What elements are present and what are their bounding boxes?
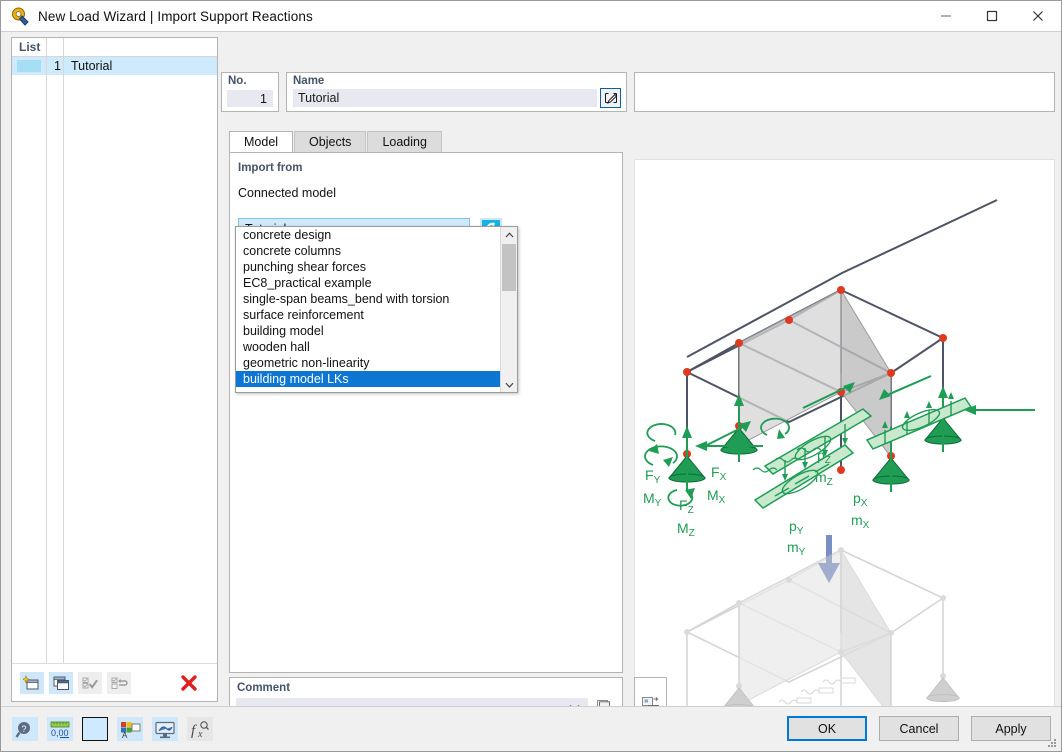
list-column-divider-2 <box>63 38 64 56</box>
tab-objects[interactable]: Objects <box>294 131 367 152</box>
ok-button[interactable]: OK <box>787 716 867 741</box>
dropdown-item[interactable]: concrete columns <box>236 243 501 259</box>
formula-button[interactable]: f x <box>187 717 213 741</box>
invert-selection-button <box>107 671 131 694</box>
chevron-up-icon[interactable] <box>501 227 517 242</box>
window-controls <box>923 1 1061 31</box>
list-item-number: 1 <box>54 59 61 73</box>
dropdown-item-selected[interactable]: building model LKs <box>236 371 501 387</box>
dropdown-scrollbar[interactable] <box>500 227 517 392</box>
svg-text:FX: FX <box>711 464 727 483</box>
svg-text:FY: FY <box>645 467 661 486</box>
minimize-button[interactable] <box>923 1 969 31</box>
dropdown-item[interactable]: punching shear forces <box>236 259 501 275</box>
scrollbar-thumb[interactable] <box>502 244 516 291</box>
apply-button[interactable]: Apply <box>971 716 1051 741</box>
close-button[interactable] <box>1015 1 1061 31</box>
list-body: 1 Tutorial <box>12 57 217 663</box>
delete-item-button[interactable] <box>176 671 202 695</box>
connected-model-label: Connected model <box>238 186 336 200</box>
dropdown-item[interactable]: concrete design <box>236 227 501 243</box>
svg-text:x: x <box>197 729 203 739</box>
color-swatch-icon <box>17 60 41 72</box>
svg-text:pX: pX <box>853 490 868 509</box>
dropdown-item[interactable]: geometric non-linearity <box>236 355 501 371</box>
pencil-edit-icon[interactable] <box>600 88 621 108</box>
svg-text:pY: pY <box>789 518 804 537</box>
function-icon: f x <box>189 720 211 739</box>
svg-text:MX: MX <box>707 487 726 506</box>
name-field-label: Name <box>293 75 325 87</box>
tab-model[interactable]: Model <box>229 131 294 152</box>
list-header: List <box>12 38 217 57</box>
dropdown-item[interactable]: building model <box>236 323 501 339</box>
svg-text:A: A <box>122 731 128 739</box>
list-grid-line-1 <box>46 57 47 663</box>
number-field-group: No. 1 <box>221 72 279 112</box>
copy-item-button[interactable] <box>49 671 73 694</box>
display-properties-button[interactable]: A <box>117 717 143 741</box>
top-right-blank-panel <box>634 72 1055 112</box>
name-field-group: Name Tutorial <box>286 72 627 112</box>
new-item-button[interactable] <box>20 671 44 694</box>
dropdown-item[interactable]: surface reinforcement <box>236 307 501 323</box>
svg-text:MY: MY <box>643 490 662 509</box>
resize-grip[interactable] <box>1047 738 1057 748</box>
dropdown-item[interactable]: wooden hall <box>236 339 501 355</box>
graphic-preview-panel[interactable]: FY MY FZ MZ FX MX pZ mZ pY mY pX mX <box>634 159 1055 724</box>
svg-text:f: f <box>191 723 197 739</box>
list-item-label: Tutorial <box>71 59 113 73</box>
dialog-content: List 1 Tutorial No. 1 Name Tutorial Mode… <box>1 32 1061 724</box>
list-column-divider-1 <box>46 38 47 56</box>
rendering-button[interactable] <box>152 717 178 741</box>
name-input[interactable]: Tutorial <box>293 89 597 107</box>
select-all-button <box>78 671 102 694</box>
list-panel: List 1 Tutorial <box>11 37 218 702</box>
help-button[interactable]: ? <box>12 717 38 741</box>
comment-label: Comment <box>237 682 291 694</box>
tab-bar: Model Objects Loading <box>229 131 443 152</box>
chevron-down-icon[interactable] <box>501 377 517 392</box>
number-input[interactable]: 1 <box>227 90 273 107</box>
display-properties-icon: A <box>119 720 141 739</box>
dropdown-item[interactable]: single-span beams_bend with torsion <box>236 291 501 307</box>
tab-loading[interactable]: Loading <box>367 131 442 152</box>
svg-text:mX: mX <box>851 512 870 531</box>
connected-model-dropdown-list[interactable]: concrete design concrete columns punchin… <box>235 226 518 393</box>
list-item[interactable]: 1 Tutorial <box>12 57 217 75</box>
units-ruler-icon: 0,00 <box>49 720 71 739</box>
units-button[interactable]: 0,00 <box>47 717 73 741</box>
dialog-window: New Load Wizard | Import Support Reactio… <box>0 0 1062 752</box>
support-reactions-diagram: FY MY FZ MZ FX MX pZ mZ pY mY pX mX <box>643 199 1035 723</box>
title-bar: New Load Wizard | Import Support Reactio… <box>1 1 1061 31</box>
import-from-group-label: Import from <box>238 162 303 174</box>
list-toolbar <box>12 663 217 701</box>
wizard-icon <box>10 6 30 26</box>
question-magnifier-icon: ? <box>15 720 35 739</box>
bottom-bar: ? 0,00 A f x OK Cancel Apply <box>1 706 1061 751</box>
color-swatch-button[interactable] <box>82 717 108 741</box>
dropdown-item[interactable]: EC8_practical example <box>236 275 501 291</box>
list-grid-line-2 <box>63 57 64 663</box>
list-header-label: List <box>19 40 41 54</box>
cancel-button[interactable]: Cancel <box>879 716 959 741</box>
svg-text:?: ? <box>21 724 26 734</box>
render-screen-icon <box>154 720 176 739</box>
number-field-label: No. <box>228 75 247 87</box>
window-title: New Load Wizard | Import Support Reactio… <box>38 8 313 24</box>
svg-text:mY: mY <box>787 539 806 558</box>
dialog-buttons: OK Cancel Apply <box>787 716 1051 741</box>
dropdown-items: concrete design concrete columns punchin… <box>236 227 501 392</box>
bottom-toolbar: ? 0,00 A f x <box>12 717 213 741</box>
svg-text:0,00: 0,00 <box>51 728 69 738</box>
svg-text:mZ: mZ <box>815 469 833 488</box>
maximize-button[interactable] <box>969 1 1015 31</box>
number-value: 1 <box>260 91 267 106</box>
svg-text:MZ: MZ <box>677 520 695 539</box>
